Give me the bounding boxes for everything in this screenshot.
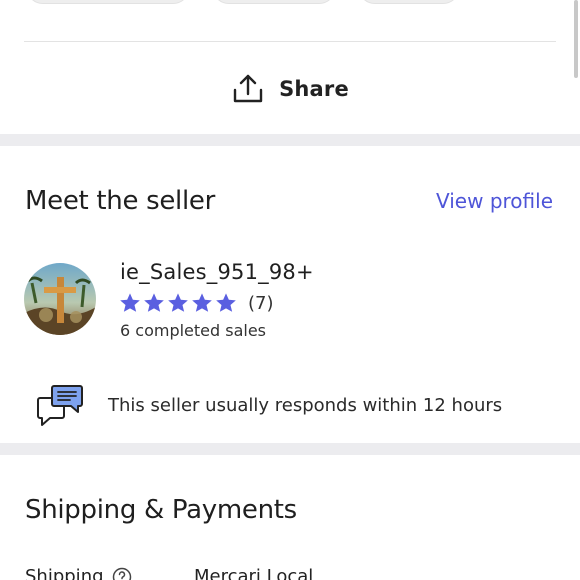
seller-name[interactable]: ie_Sales_951_98+ bbox=[120, 260, 314, 284]
action-pill-2[interactable] bbox=[212, 0, 336, 4]
section-separator bbox=[0, 443, 580, 455]
share-upload-icon bbox=[233, 74, 263, 103]
divider bbox=[24, 41, 556, 42]
action-pill-3[interactable] bbox=[358, 0, 460, 4]
meet-seller-heading: Meet the seller bbox=[25, 186, 215, 216]
chat-bubbles-icon bbox=[37, 385, 83, 426]
section-separator bbox=[0, 134, 580, 146]
shipping-value: Mercari Local bbox=[194, 566, 314, 580]
scrollbar[interactable] bbox=[574, 0, 578, 78]
avatar-image bbox=[24, 263, 96, 335]
top-action-pills bbox=[0, 0, 580, 6]
completed-sales: 6 completed sales bbox=[120, 321, 267, 340]
shipping-label-row: Shipping bbox=[25, 566, 132, 580]
view-profile-link[interactable]: View profile bbox=[436, 189, 553, 213]
share-label: Share bbox=[279, 77, 349, 101]
review-count[interactable]: (7) bbox=[248, 293, 274, 314]
star-icon bbox=[216, 293, 236, 312]
response-time-text: This seller usually responds within 12 h… bbox=[108, 395, 503, 416]
star-icon bbox=[192, 293, 212, 312]
help-icon[interactable] bbox=[112, 567, 132, 580]
share-button[interactable]: Share bbox=[0, 66, 580, 112]
shipping-label: Shipping bbox=[25, 566, 104, 580]
star-icon bbox=[144, 293, 164, 312]
seller-avatar[interactable] bbox=[24, 263, 96, 335]
star-icon bbox=[120, 293, 140, 312]
seller-rating: (7) bbox=[119, 292, 274, 314]
shipping-payments-heading: Shipping & Payments bbox=[25, 495, 297, 525]
action-pill-1[interactable] bbox=[26, 0, 190, 4]
star-icon bbox=[168, 293, 188, 312]
